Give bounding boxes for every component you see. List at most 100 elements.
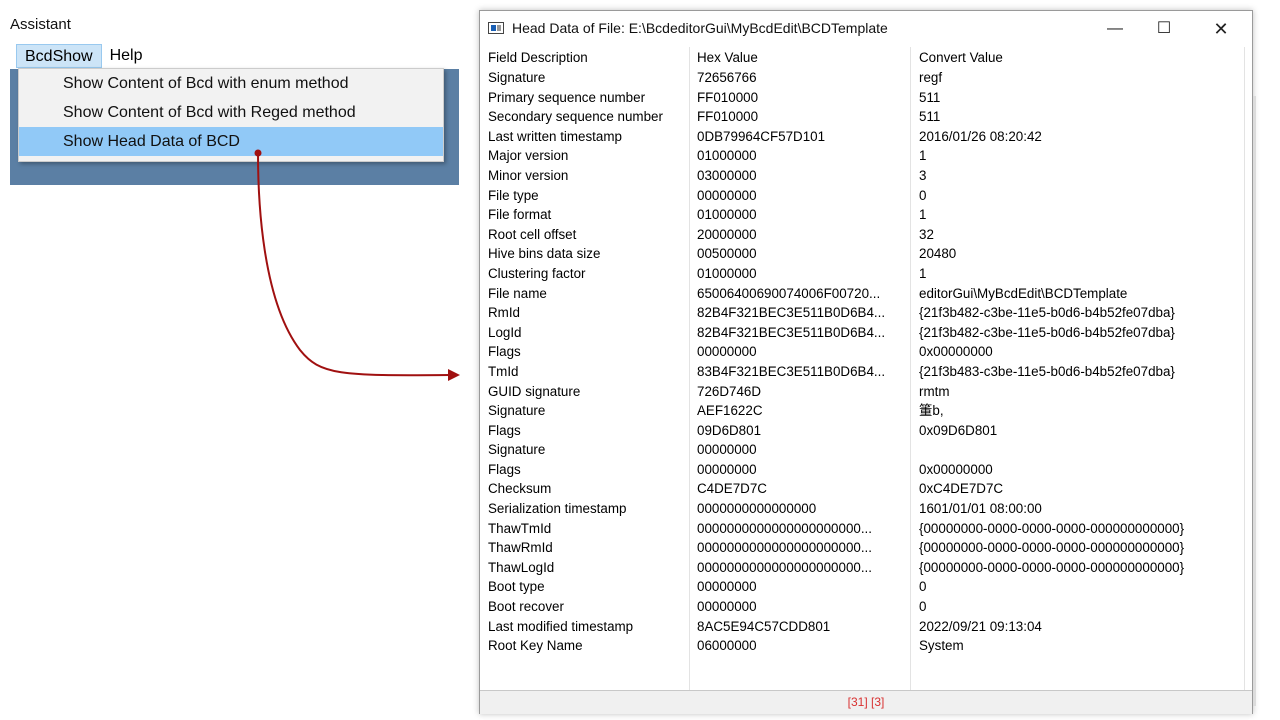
menu-bcdshow[interactable]: BcdShow bbox=[16, 44, 102, 68]
table-row[interactable]: Last modified timestamp 8AC5E94C57CDD801 2… bbox=[480, 617, 1252, 637]
cell-convert-value: {00000000-0000-0000-0000-000000000000} bbox=[919, 540, 1185, 556]
table-row[interactable]: Flags 00000000 0x00000000 bbox=[480, 342, 1252, 362]
cell-field-description: Last written timestamp bbox=[488, 128, 622, 144]
cell-field-description: Last modified timestamp bbox=[488, 618, 634, 634]
cell-field-description: ThawLogId bbox=[488, 559, 555, 575]
cell-convert-value: 1 bbox=[919, 207, 927, 223]
cell-convert-value: {21f3b483-c3be-11e5-b0d6-b4b52fe07dba} bbox=[919, 363, 1175, 379]
status-bar: [31] [3] bbox=[480, 690, 1252, 714]
table-row[interactable]: ThawTmId 0000000000000000000000... {000000… bbox=[480, 519, 1252, 539]
cell-field-description: ThawRmId bbox=[488, 540, 553, 556]
table-row[interactable]: Flags 09D6D801 0x09D6D801 bbox=[480, 421, 1252, 441]
cell-convert-value: 511 bbox=[919, 89, 941, 105]
status-text: [31] [3] bbox=[847, 695, 885, 709]
cell-hex-value: 00000000 bbox=[697, 461, 757, 477]
cell-convert-value: 0xC4DE7D7C bbox=[919, 481, 1004, 497]
close-button[interactable]: ✕ bbox=[1198, 11, 1244, 47]
table-row[interactable]: File name 65006400690074006F00720... edito… bbox=[480, 284, 1252, 304]
table-row[interactable]: Serialization timestamp 0000000000000000 1… bbox=[480, 499, 1252, 519]
cell-convert-value: 0x09D6D801 bbox=[919, 422, 998, 438]
column-header-hex-value[interactable]: Hex Value bbox=[689, 47, 911, 68]
cell-field-description: RmId bbox=[488, 305, 520, 321]
table-row[interactable]: Major version 01000000 1 bbox=[480, 146, 1252, 166]
table-row[interactable]: Boot type 00000000 0 bbox=[480, 577, 1252, 597]
cell-hex-value: FF010000 bbox=[697, 89, 759, 105]
cell-field-description: Signature bbox=[488, 442, 546, 458]
cell-hex-value: 09D6D801 bbox=[697, 422, 762, 438]
cell-convert-value: 箽b, bbox=[919, 403, 944, 419]
table-row[interactable]: GUID signature 726D746D rmtm bbox=[480, 382, 1252, 402]
cell-hex-value: 03000000 bbox=[697, 167, 757, 183]
cell-convert-value: {21f3b482-c3be-11e5-b0d6-b4b52fe07dba} bbox=[919, 324, 1175, 340]
cell-hex-value: 00000000 bbox=[697, 187, 757, 203]
cell-hex-value: 0000000000000000000000... bbox=[697, 520, 873, 536]
cell-convert-value: 2016/01/26 08:20:42 bbox=[919, 128, 1042, 144]
cell-hex-value: 72656766 bbox=[697, 70, 757, 85]
arrow-head bbox=[448, 369, 460, 381]
table-row[interactable]: TmId 83B4F321BEC3E511B0D6B4... {21f3b483-c… bbox=[480, 362, 1252, 382]
bcdshow-dropdown-menu: Show Content of Bcd with enum method Sho… bbox=[18, 68, 444, 162]
table-row[interactable]: Signature 72656766 regf bbox=[480, 68, 1252, 88]
cell-hex-value: 82B4F321BEC3E511B0D6B4... bbox=[697, 305, 886, 321]
cell-field-description: Root Key Name bbox=[488, 638, 583, 654]
cell-convert-value: editorGui\MyBcdEdit\BCDTemplate bbox=[919, 285, 1128, 301]
table-row[interactable]: Signature 00000000 bbox=[480, 440, 1252, 460]
table-row[interactable]: Last written timestamp 0DB79964CF57D101 20… bbox=[480, 127, 1252, 147]
cell-field-description: Signature bbox=[488, 403, 546, 419]
table-row[interactable]: Hive bins data size 00500000 20480 bbox=[480, 244, 1252, 264]
cell-field-description: Boot type bbox=[488, 579, 545, 595]
cell-field-description: Boot recover bbox=[488, 599, 564, 615]
cell-hex-value: 00000000 bbox=[697, 579, 757, 595]
cell-hex-value: 82B4F321BEC3E511B0D6B4... bbox=[697, 324, 886, 340]
table-row[interactable]: File type 00000000 0 bbox=[480, 186, 1252, 206]
table-body: Signature 72656766 regf Primary sequence nu… bbox=[480, 68, 1252, 656]
cell-convert-value: 20480 bbox=[919, 246, 957, 262]
cell-field-description: Flags bbox=[488, 344, 521, 360]
cell-field-description: File name bbox=[488, 285, 547, 301]
menu-bar: BcdShow Help bbox=[16, 44, 151, 68]
cell-hex-value: 8AC5E94C57CDD801 bbox=[697, 618, 831, 634]
cell-field-description: Signature bbox=[488, 70, 546, 85]
cell-field-description: Serialization timestamp bbox=[488, 501, 627, 517]
table-row[interactable]: ThawLogId 0000000000000000000000... {00000… bbox=[480, 558, 1252, 578]
table-row[interactable]: Clustering factor 01000000 1 bbox=[480, 264, 1252, 284]
table-row[interactable]: Minor version 03000000 3 bbox=[480, 166, 1252, 186]
table-row[interactable]: RmId 82B4F321BEC3E511B0D6B4... {21f3b482-c… bbox=[480, 303, 1252, 323]
column-header-field-description[interactable]: Field Description bbox=[480, 47, 689, 68]
table-row[interactable]: ThawRmId 0000000000000000000000... {000000… bbox=[480, 538, 1252, 558]
cell-field-description: Hive bins data size bbox=[488, 246, 601, 262]
cell-hex-value: 0000000000000000000000... bbox=[697, 540, 873, 556]
cell-convert-value: 0x00000000 bbox=[919, 461, 993, 477]
dialog-title-bar[interactable]: Head Data of File: E:\BcdeditorGui\MyBcd… bbox=[480, 11, 1252, 47]
menu-help[interactable]: Help bbox=[102, 44, 151, 68]
table-row[interactable]: Signature AEF1622C 箽b, bbox=[480, 401, 1252, 421]
maximize-button[interactable]: ☐ bbox=[1141, 11, 1187, 47]
table-row[interactable]: Primary sequence number FF010000 511 bbox=[480, 88, 1252, 108]
table-row[interactable]: Root Key Name 06000000 System bbox=[480, 636, 1252, 656]
cell-convert-value: 0 bbox=[919, 599, 927, 615]
cell-hex-value: FF010000 bbox=[697, 109, 759, 125]
menu-item-enum-method[interactable]: Show Content of Bcd with enum method bbox=[19, 69, 443, 98]
menu-item-reged-method[interactable]: Show Content of Bcd with Reged method bbox=[19, 98, 443, 127]
cell-hex-value: AEF1622C bbox=[697, 403, 763, 419]
table-row[interactable]: LogId 82B4F321BEC3E511B0D6B4... {21f3b482-… bbox=[480, 323, 1252, 343]
column-header-convert-value[interactable]: Convert Value bbox=[911, 47, 1252, 68]
table-row[interactable]: File format 01000000 1 bbox=[480, 205, 1252, 225]
table-row[interactable]: Root cell offset 20000000 32 bbox=[480, 225, 1252, 245]
table-row[interactable]: Checksum C4DE7D7C 0xC4DE7D7C bbox=[480, 479, 1252, 499]
table-row[interactable]: Flags 00000000 0x00000000 bbox=[480, 460, 1252, 480]
table-row[interactable]: Boot recover 00000000 0 bbox=[480, 597, 1252, 617]
minimize-button[interactable]: — bbox=[1092, 11, 1138, 47]
app-title: Assistant bbox=[10, 16, 71, 33]
cell-convert-value: System bbox=[919, 638, 964, 654]
cell-field-description: File format bbox=[488, 207, 552, 223]
cell-convert-value: 3 bbox=[919, 167, 927, 183]
cell-hex-value: 00000000 bbox=[697, 599, 757, 615]
table-row[interactable]: Secondary sequence number FF010000 511 bbox=[480, 107, 1252, 127]
cell-convert-value: 511 bbox=[919, 109, 941, 125]
cell-field-description: Secondary sequence number bbox=[488, 109, 663, 125]
cell-convert-value: rmtm bbox=[919, 383, 950, 399]
menu-item-head-data[interactable]: Show Head Data of BCD bbox=[19, 127, 443, 156]
cell-field-description: File type bbox=[488, 187, 539, 203]
window-icon bbox=[488, 22, 504, 34]
